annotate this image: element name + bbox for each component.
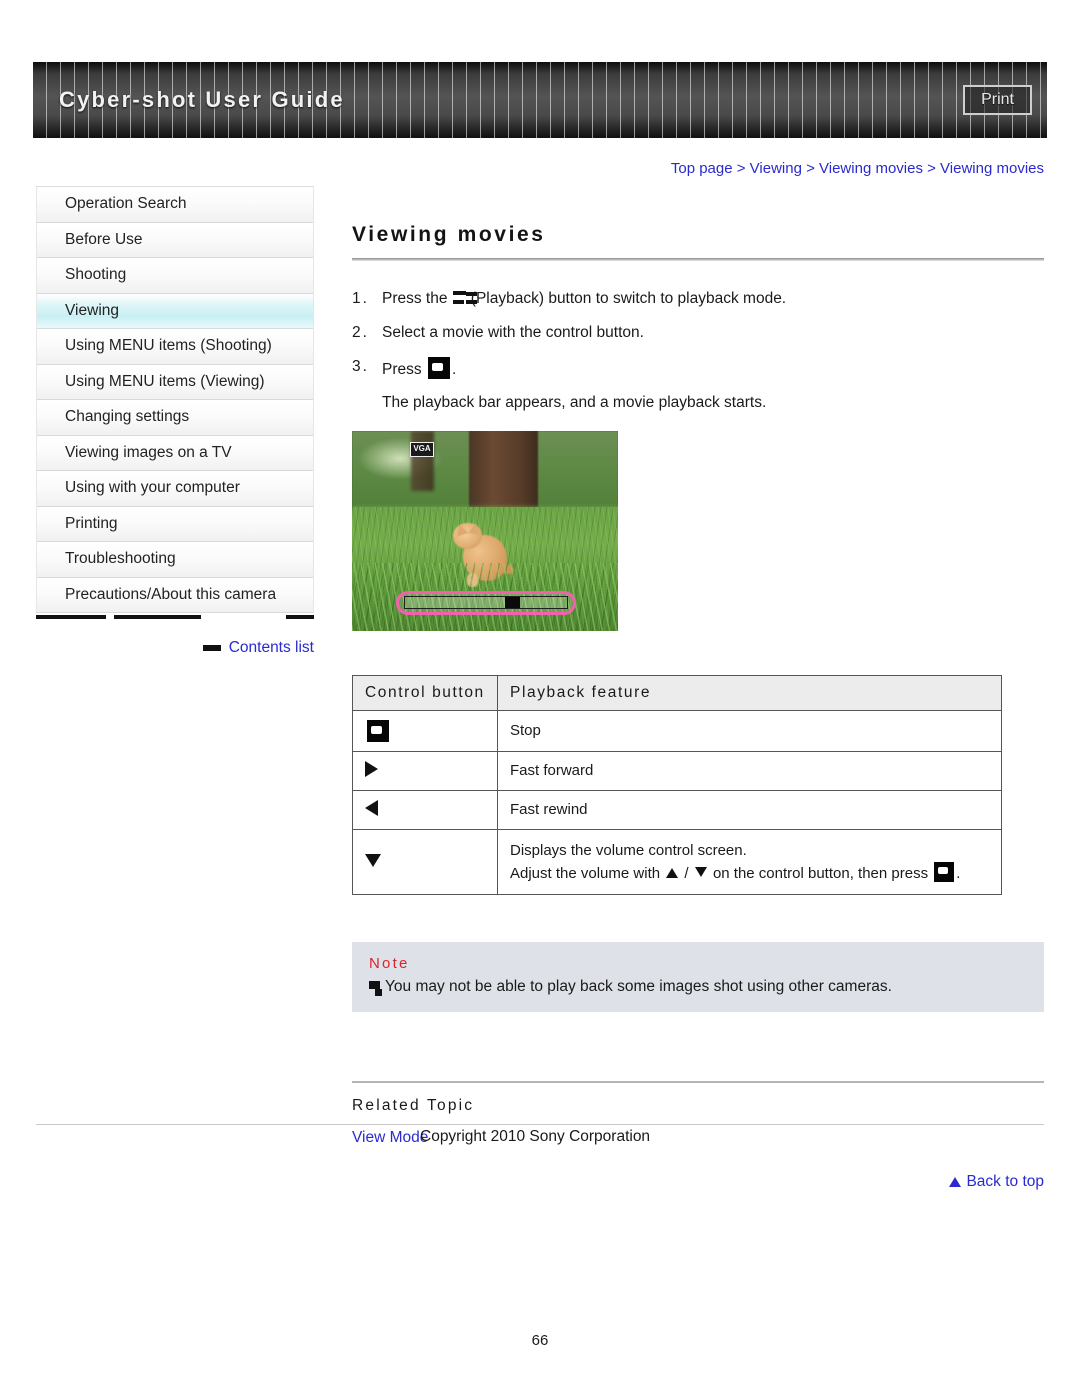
table-header-control-button: Control button bbox=[352, 674, 498, 711]
contents-list-row: Contents list bbox=[36, 639, 314, 657]
sidebar-item-before-use[interactable]: Before Use bbox=[37, 222, 313, 258]
contents-list-link[interactable]: Contents list bbox=[229, 639, 314, 657]
table-cell-feature-volume: Displays the volume control screen. Adju… bbox=[497, 828, 1002, 896]
step-3-number: 3. bbox=[352, 357, 369, 375]
sidebar-item-viewing-images-on-a-tv[interactable]: Viewing images on a TV bbox=[37, 435, 313, 471]
kitten-ear-right bbox=[468, 521, 482, 535]
app-title: Cyber-shot User Guide bbox=[59, 87, 345, 112]
table-header-row: Control button Playback feature bbox=[352, 674, 1002, 711]
center-button-icon bbox=[367, 719, 389, 742]
footer-divider bbox=[36, 1124, 1044, 1125]
sidebar-item-precautions-about-this-camera[interactable]: Precautions/About this camera bbox=[37, 577, 313, 613]
down-triangle-icon bbox=[365, 853, 381, 867]
volume-text-b: / bbox=[684, 865, 689, 883]
sidebar: Operation Search Before Use Shooting Vie… bbox=[36, 186, 314, 657]
movie-playback-screenshot: VGA bbox=[352, 430, 618, 631]
step-3: 3. Press . bbox=[352, 356, 1044, 381]
center-button-icon bbox=[427, 356, 450, 379]
step-3-text-after: . bbox=[451, 360, 457, 378]
playback-bar-track bbox=[404, 596, 568, 610]
note-bullet-icon bbox=[369, 981, 385, 997]
back-to-top-row: Back to top bbox=[352, 1173, 1044, 1191]
table-cell-feature-stop: Stop bbox=[497, 709, 1002, 752]
sidebar-item-using-menu-items-viewing[interactable]: Using MENU items (Viewing) bbox=[37, 364, 313, 400]
table-cell-feature-fast-rewind: Fast rewind bbox=[497, 789, 1002, 830]
table-cell-feature-fast-forward: Fast forward bbox=[497, 750, 1002, 791]
table-row: Stop bbox=[352, 709, 1002, 752]
center-button-icon bbox=[934, 862, 955, 883]
step-3-text-before: Press bbox=[382, 360, 422, 378]
right-triangle-icon bbox=[365, 760, 378, 777]
step-1-text-before: Press the bbox=[382, 290, 448, 307]
note-box: Note You may not be able to play back so… bbox=[352, 942, 1044, 1013]
dash-bullet-icon bbox=[202, 645, 221, 651]
table-row: Fast rewind bbox=[352, 789, 1002, 830]
sidebar-item-using-with-your-computer[interactable]: Using with your computer bbox=[37, 471, 313, 507]
step-3-body: Press . bbox=[382, 356, 1044, 381]
table-cell-icon-volume bbox=[352, 828, 498, 896]
playback-bar bbox=[396, 590, 576, 615]
left-triangle-icon bbox=[365, 799, 378, 816]
kitten-head bbox=[453, 521, 483, 549]
vga-badge: VGA bbox=[410, 441, 434, 457]
volume-text-c: on the control button, then press bbox=[712, 865, 929, 883]
sidebar-item-viewing[interactable]: Viewing bbox=[37, 293, 313, 329]
app-header: Cyber-shot User Guide Print bbox=[33, 62, 1047, 138]
step-2: 2. Select a movie with the control butto… bbox=[352, 323, 1044, 344]
volume-line-2: Adjust the volume with / on the control … bbox=[510, 862, 989, 885]
table-cell-icon-fast-forward bbox=[352, 750, 498, 791]
kitten-ear-left bbox=[453, 522, 469, 537]
sidebar-item-operation-search[interactable]: Operation Search bbox=[37, 187, 313, 223]
copyright-text: Copyright 2010 Sony Corporation bbox=[420, 1128, 651, 1145]
table-row: Displays the volume control screen. Adju… bbox=[352, 828, 1002, 896]
volume-line-1: Displays the volume control screen. bbox=[510, 841, 747, 859]
up-triangle-icon bbox=[666, 868, 679, 879]
step-1: 1. Press the (Playback) button to switch… bbox=[352, 289, 1044, 310]
step-3-result-text: The playback bar appears, and a movie pl… bbox=[382, 393, 767, 411]
down-triangle-icon bbox=[694, 867, 707, 878]
note-item: You may not be able to play back some im… bbox=[369, 978, 1027, 997]
table-cell-icon-stop bbox=[352, 709, 498, 752]
related-topic-divider bbox=[352, 1081, 1044, 1084]
sidebar-nav-list: Operation Search Before Use Shooting Vie… bbox=[36, 186, 314, 613]
step-2-text: Select a movie with the control button. bbox=[382, 323, 644, 341]
sidebar-divider-decoration bbox=[36, 615, 314, 621]
note-title: Note bbox=[369, 955, 410, 973]
volume-text-a: Adjust the volume with bbox=[510, 865, 661, 883]
print-button[interactable]: Print bbox=[963, 84, 1032, 116]
note-item-text: You may not be able to play back some im… bbox=[385, 978, 892, 996]
sidebar-item-changing-settings[interactable]: Changing settings bbox=[37, 400, 313, 436]
main-content: Top page > Viewing > Viewing movies > Vi… bbox=[352, 160, 1044, 1191]
related-topic-title: Related Topic bbox=[352, 1097, 475, 1115]
sidebar-item-shooting[interactable]: Shooting bbox=[37, 258, 313, 294]
breadcrumb[interactable]: Top page > Viewing > Viewing movies > Vi… bbox=[352, 160, 1044, 185]
page-number: 66 bbox=[531, 1332, 549, 1349]
playback-icon bbox=[452, 291, 470, 305]
step-2-number: 2. bbox=[352, 323, 369, 341]
up-triangle-icon bbox=[949, 1177, 962, 1188]
table-row: Fast forward bbox=[352, 750, 1002, 791]
back-to-top-link[interactable]: Back to top bbox=[966, 1173, 1044, 1191]
photo-background-tree bbox=[410, 430, 435, 491]
sidebar-item-printing[interactable]: Printing bbox=[37, 506, 313, 542]
step-1-text-after: (Playback) button to switch to playback … bbox=[470, 290, 787, 307]
table-head: Control button Playback feature bbox=[352, 674, 1002, 711]
sidebar-item-troubleshooting[interactable]: Troubleshooting bbox=[37, 542, 313, 578]
step-1-body: Press the (Playback) button to switch to… bbox=[382, 289, 1044, 310]
title-divider bbox=[352, 258, 1044, 261]
control-button-table: Control button Playback feature Stop Fas… bbox=[352, 674, 1002, 896]
table-cell-icon-fast-rewind bbox=[352, 789, 498, 830]
volume-text-d: . bbox=[956, 865, 961, 883]
playback-bar-cursor bbox=[505, 597, 521, 609]
table-header-playback-feature: Playback feature bbox=[497, 674, 1002, 711]
page-title: Viewing movies bbox=[352, 223, 546, 246]
sidebar-item-using-menu-items-shooting[interactable]: Using MENU items (Shooting) bbox=[37, 329, 313, 365]
step-1-number: 1. bbox=[352, 290, 369, 307]
steps-list: 1. Press the (Playback) button to switch… bbox=[352, 289, 1044, 412]
table-body: Stop Fast forward Fast rewind Displays t… bbox=[352, 709, 1002, 896]
